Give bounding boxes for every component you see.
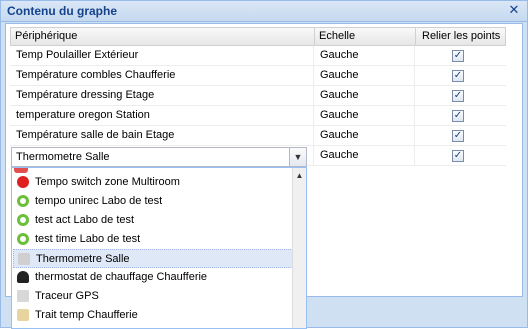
thermostat-icon [17, 271, 29, 283]
list-item[interactable]: Trait temp Chaufferie [13, 306, 293, 325]
link-points-checkbox[interactable]: ✓ [452, 90, 464, 102]
scale-cell[interactable]: Gauche [314, 66, 415, 85]
list-item-label: Tempo switch zone Multiroom [35, 176, 180, 188]
list-item[interactable]: test time Labo de test [13, 230, 293, 249]
link-points-checkbox[interactable]: ✓ [452, 130, 464, 142]
table-row[interactable]: Température salle de bain Etage Gauche ✓ [10, 126, 506, 146]
device-cell[interactable]: Temp Poulailler Extérieur [10, 46, 314, 65]
list-item[interactable]: Tempo switch zone Multiroom [13, 173, 293, 192]
thermometer-device-icon [18, 253, 30, 265]
list-item[interactable]: test act Labo de test [13, 211, 293, 230]
list-item-label: Traceur GPS [35, 290, 99, 302]
link-points-checkbox[interactable]: ✓ [452, 50, 464, 62]
list-item[interactable]: Traceur GPS [13, 287, 293, 306]
list-item-label: Trait temp Chaufferie [35, 309, 138, 321]
list-item-label: test time Labo de test [35, 233, 141, 245]
device-dropdown-list: Tempo switch zone Multiroom tempo unirec… [11, 167, 307, 329]
green-ring-icon [17, 195, 29, 207]
dialog-titlebar: Contenu du graphe ✕ [1, 1, 527, 22]
combobox-value[interactable]: Thermometre Salle [16, 148, 110, 166]
table-row[interactable]: temperature oregon Station Gauche ✓ [10, 106, 506, 126]
column-header-scale[interactable]: Echelle [315, 28, 416, 45]
column-header-link-points[interactable]: Relier les points [416, 28, 507, 45]
scale-cell[interactable]: Gauche [314, 86, 415, 105]
list-item-label: tempo unirec Labo de test [35, 195, 163, 207]
grid-header: Périphérique Echelle Relier les points [10, 27, 506, 46]
gps-tracker-icon [17, 290, 29, 302]
device-cell[interactable]: Température combles Chaufferie [10, 66, 314, 85]
red-dot-icon [17, 176, 29, 188]
list-item[interactable]: thermostat de chauffage Chaufferie [13, 268, 293, 287]
link-points-checkbox[interactable]: ✓ [452, 110, 464, 122]
list-item[interactable]: tempo unirec Labo de test [13, 192, 293, 211]
dropdown-scrollbar[interactable]: ▲ [292, 168, 306, 328]
scale-cell[interactable]: Gauche [314, 126, 415, 145]
device-cell[interactable]: Température salle de bain Etage [10, 126, 314, 145]
scroll-up-icon[interactable]: ▲ [293, 170, 306, 182]
link-points-checkbox[interactable]: ✓ [452, 150, 464, 162]
scale-cell[interactable]: Gauche [314, 106, 415, 125]
dialog-title: Contenu du graphe [7, 4, 117, 18]
green-ring-icon [17, 233, 29, 245]
graph-content-dialog: Contenu du graphe ✕ Périphérique Echelle… [0, 0, 528, 329]
list-item-selected[interactable]: Thermometre Salle [13, 249, 293, 268]
close-icon[interactable]: ✕ [507, 3, 521, 17]
green-ring-icon [17, 214, 29, 226]
list-item-label: Thermometre Salle [36, 253, 130, 265]
link-points-checkbox[interactable]: ✓ [452, 70, 464, 82]
scale-cell[interactable]: Gauche [314, 146, 415, 165]
device-combobox[interactable]: Thermometre Salle ▼ [11, 147, 307, 167]
device-cell[interactable]: temperature oregon Station [10, 106, 314, 125]
table-row[interactable]: Temp Poulailler Extérieur Gauche ✓ [10, 46, 506, 66]
table-row[interactable]: Température dressing Etage Gauche ✓ [10, 86, 506, 106]
scale-cell[interactable]: Gauche [314, 46, 415, 65]
temp-sensor-icon [17, 309, 29, 321]
table-row[interactable]: Température combles Chaufferie Gauche ✓ [10, 66, 506, 86]
device-cell[interactable]: Température dressing Etage [10, 86, 314, 105]
column-header-device[interactable]: Périphérique [11, 28, 315, 45]
list-item-label: thermostat de chauffage Chaufferie [35, 271, 208, 283]
list-item-label: test act Labo de test [35, 214, 135, 226]
chevron-down-icon[interactable]: ▼ [289, 148, 306, 166]
